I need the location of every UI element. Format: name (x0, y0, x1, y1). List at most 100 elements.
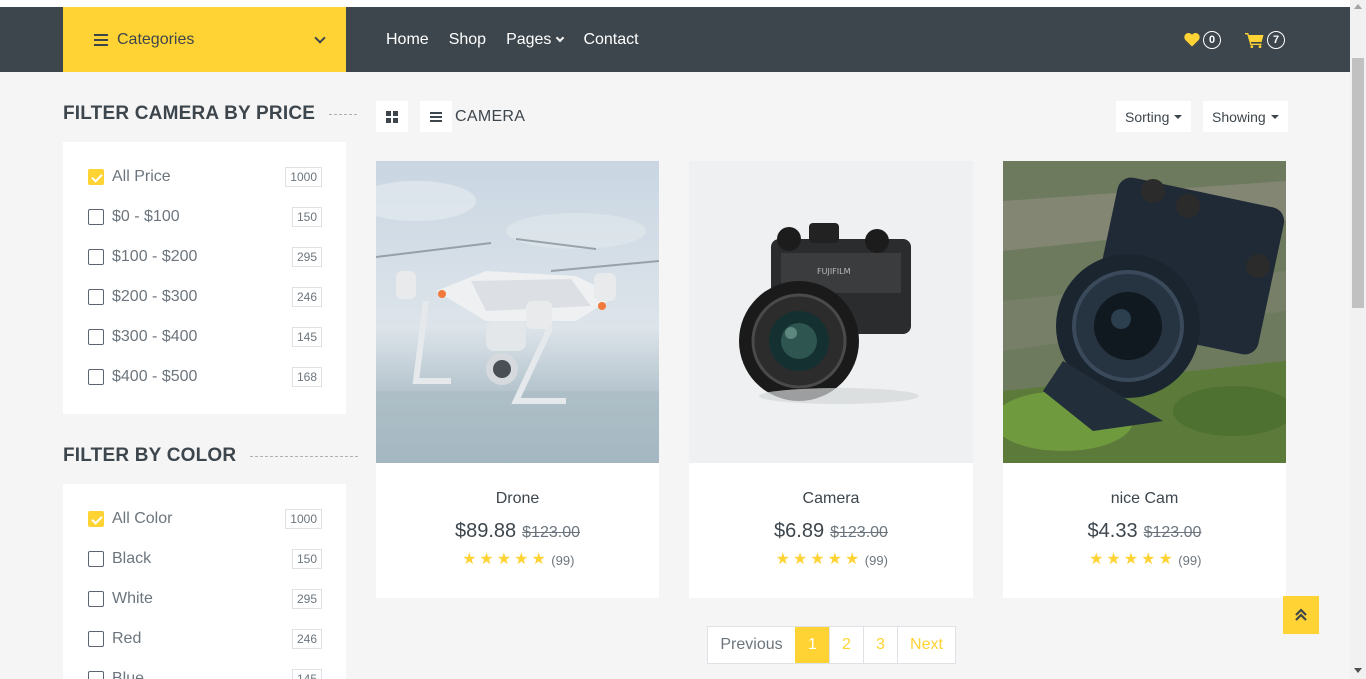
nav-link-shop[interactable]: Shop (449, 31, 486, 49)
wishlist-button[interactable]: 0 (1184, 30, 1221, 49)
pagination-next[interactable]: Next (897, 627, 955, 663)
color-filter-item[interactable]: Black 150 (88, 548, 322, 570)
color-filter-item[interactable]: Red 246 (88, 628, 322, 650)
filter-label: $100 - $200 (112, 248, 198, 265)
product-old-price: $123.00 (830, 524, 888, 541)
price-filter-item[interactable]: All Price 1000 (88, 166, 322, 188)
nav-link-home[interactable]: Home (386, 31, 429, 49)
filter-label: Blue (112, 670, 145, 679)
product-card[interactable]: Drone $89.88 $123.00 ★ ★ ★ ★ ★ (99) (376, 161, 659, 598)
cart-count: 7 (1267, 30, 1285, 49)
scroll-thumb[interactable] (1352, 58, 1364, 308)
pagination-page-3[interactable]: 3 (863, 627, 897, 663)
filter-count: 295 (291, 247, 322, 267)
product-image-drone[interactable] (376, 161, 659, 463)
star-icon: ★ (531, 551, 546, 568)
color-filter-box: All Color 1000 Black 150 White 295 Red 2… (63, 484, 346, 679)
product-rating: ★ ★ ★ ★ ★ (99) (376, 552, 659, 568)
filter-label: $300 - $400 (112, 328, 198, 345)
pagination-page-2[interactable]: 2 (829, 627, 863, 663)
filter-label: $400 - $500 (112, 368, 198, 385)
sorting-dropdown[interactable]: Sorting (1116, 101, 1192, 132)
product-price: $4.33 (1087, 520, 1138, 542)
filter-label: White (112, 590, 153, 607)
checkbox[interactable] (88, 289, 104, 305)
checkbox[interactable] (88, 169, 104, 185)
nav-link-pages[interactable]: Pages (506, 31, 565, 49)
product-name[interactable]: Camera (689, 490, 973, 508)
showing-dropdown[interactable]: Showing (1203, 101, 1288, 132)
filter-label: Red (112, 630, 142, 647)
list-icon (430, 111, 442, 122)
checkbox[interactable] (88, 369, 104, 385)
chevron-down-icon (314, 31, 326, 44)
color-filter-title-text: FILTER BY COLOR (63, 445, 237, 466)
caret-down-icon (1270, 114, 1279, 119)
product-rating: ★ ★ ★ ★ ★ (99) (1003, 552, 1286, 568)
star-icon: ★ (775, 551, 790, 568)
product-price-row: $89.88 $123.00 (376, 520, 659, 543)
svg-text:FUJIFILM: FUJIFILM (817, 267, 851, 276)
page-scrollbar[interactable] (1350, 0, 1366, 679)
filter-count: 145 (291, 669, 322, 679)
star-icon: ★ (462, 551, 477, 568)
filter-count: 295 (291, 589, 322, 609)
categories-dropdown[interactable]: Categories (63, 7, 346, 72)
sorting-label: Sorting (1125, 108, 1170, 125)
pagination-previous[interactable]: Previous (708, 627, 795, 663)
star-icon: ★ (827, 551, 842, 568)
product-image-camera[interactable]: FUJIFILM (689, 161, 973, 463)
price-filter-title-text: FILTER CAMERA BY PRICE (63, 103, 316, 124)
rating-count: (99) (551, 552, 575, 568)
price-filter-item[interactable]: $300 - $400 145 (88, 326, 322, 348)
cart-button[interactable]: 7 (1245, 30, 1285, 49)
color-filter-item[interactable]: Blue 145 (88, 668, 322, 679)
color-filter-item[interactable]: All Color 1000 (88, 508, 322, 530)
product-card[interactable]: nice Cam $4.33 $123.00 ★ ★ ★ ★ ★ (99) (1003, 161, 1286, 598)
checkbox[interactable] (88, 511, 104, 527)
scroll-down-arrow-icon[interactable] (1354, 668, 1362, 673)
price-filter-item[interactable]: $200 - $300 246 (88, 286, 322, 308)
price-filter-item[interactable]: $100 - $200 295 (88, 246, 322, 268)
checkbox[interactable] (88, 329, 104, 345)
price-filter-box: All Price 1000 $0 - $100 150 $100 - $200… (63, 142, 346, 414)
checkbox[interactable] (88, 671, 104, 679)
price-filter-item[interactable]: $0 - $100 150 (88, 206, 322, 228)
nav-link-contact[interactable]: Contact (583, 31, 638, 49)
filter-label: All Price (112, 168, 171, 185)
product-image-nice-cam[interactable] (1003, 161, 1286, 463)
filter-count: 246 (291, 287, 322, 307)
filter-count: 150 (291, 207, 322, 227)
product-card[interactable]: FUJIFILM Camera $6.89 $123.00 ★ ★ ★ ★ ★ (99) (689, 161, 973, 598)
pagination-page-1[interactable]: 1 (795, 627, 829, 663)
product-name[interactable]: Drone (376, 490, 659, 508)
checkbox[interactable] (88, 249, 104, 265)
title-divider (250, 455, 359, 457)
filter-label: $200 - $300 (112, 288, 198, 305)
filter-count: 150 (291, 549, 322, 569)
scroll-up-arrow-icon[interactable] (1354, 4, 1362, 9)
navbar: Categories Home Shop Pages Contact 0 7 (0, 7, 1350, 72)
menu-icon (94, 33, 108, 46)
star-icon: ★ (514, 551, 529, 568)
checkbox[interactable] (88, 631, 104, 647)
grid-view-button[interactable] (376, 101, 408, 132)
checkbox[interactable] (88, 551, 104, 567)
price-filter-item[interactable]: $400 - $500 168 (88, 366, 322, 388)
price-filter-title: FILTER CAMERA BY PRICE (63, 103, 358, 125)
color-filter-item[interactable]: White 295 (88, 588, 322, 610)
back-to-top-button[interactable] (1283, 596, 1319, 634)
checkbox[interactable] (88, 209, 104, 225)
product-price: $89.88 (454, 520, 517, 542)
color-filter-title: FILTER BY COLOR (63, 445, 359, 467)
product-rating: ★ ★ ★ ★ ★ (99) (689, 552, 973, 568)
star-icon: ★ (1089, 551, 1104, 568)
product-name[interactable]: nice Cam (1003, 490, 1286, 508)
filter-label: $0 - $100 (112, 208, 180, 225)
heart-icon (1184, 32, 1200, 47)
checkbox[interactable] (88, 591, 104, 607)
filter-label: Black (112, 550, 152, 567)
list-view-button[interactable] (420, 101, 452, 132)
filter-count: 168 (291, 367, 322, 387)
star-icon: ★ (1106, 551, 1121, 568)
